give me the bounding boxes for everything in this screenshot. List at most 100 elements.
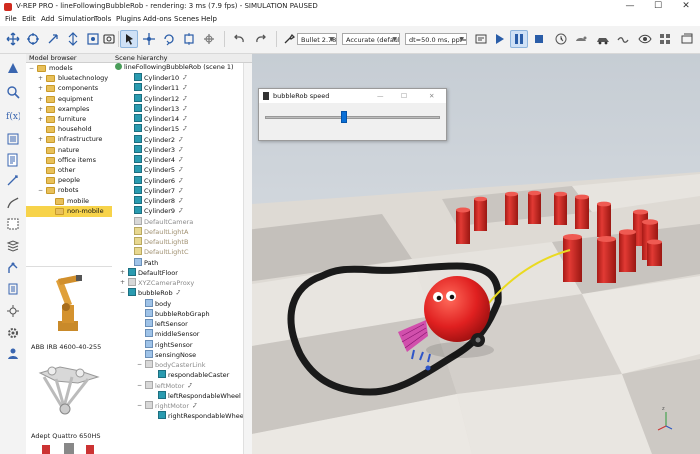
menu-tools[interactable]: Tools — [94, 15, 111, 23]
scene-object-item[interactable]: Cylinder6 ✓̃ — [134, 175, 183, 186]
speed-slider-track[interactable] — [265, 116, 440, 119]
scene-object-item[interactable]: leftSensor — [145, 319, 188, 329]
scene-object-item[interactable]: DefaultLightC — [134, 247, 189, 257]
script-icon[interactable]: ✓̃ — [178, 157, 183, 164]
realtime-icon[interactable] — [552, 30, 570, 48]
speed-up-icon[interactable] — [594, 30, 612, 48]
scene-object-item[interactable]: Cylinder10 ✓̃ — [134, 73, 187, 83]
properties-icon[interactable] — [4, 302, 21, 319]
collections-icon[interactable] — [4, 130, 21, 147]
page-selector-icon[interactable] — [656, 30, 674, 48]
adept-quattro-thumbnail[interactable] — [32, 357, 104, 423]
script-icon[interactable]: ✓̃ — [182, 96, 187, 103]
calculation-modules-icon[interactable]: f(x) — [4, 106, 21, 123]
camera-zoom-icon[interactable] — [64, 30, 82, 48]
scene-root-item[interactable]: lineFollowingBubbleRob (scene 1) — [115, 62, 234, 72]
scene-object-item[interactable]: Path — [134, 257, 158, 268]
scene-object-item[interactable]: + DefaultFloor — [120, 267, 178, 278]
timestep-select[interactable]: dt=50.0 ms, ppf=1 ▼ — [405, 33, 467, 45]
camera-rotate-icon[interactable] — [24, 30, 42, 48]
menu-file[interactable]: File — [5, 15, 17, 23]
scene-object-item[interactable]: Cylinder5 ✓̃ — [134, 165, 183, 175]
selection-icon[interactable] — [4, 215, 21, 232]
scene-object-item[interactable]: − rightMotor ✓̃ — [137, 401, 197, 411]
camera-angle-icon[interactable] — [100, 30, 118, 48]
script-icon[interactable]: ✓̃ — [176, 290, 181, 297]
minimize-button[interactable]: — — [616, 0, 644, 14]
scene-object-item[interactable]: leftRespondableWheel — [158, 390, 241, 401]
slow-down-icon[interactable] — [572, 30, 590, 48]
scene-object-item[interactable]: Cylinder11 ✓̃ — [134, 83, 187, 93]
dialog-close-button[interactable]: ✕ — [429, 89, 434, 103]
play-button-icon[interactable] — [490, 30, 508, 48]
scene-object-item[interactable]: rightSensor — [145, 339, 193, 350]
script-icon[interactable]: ✓̃ — [182, 126, 187, 133]
object-select-icon[interactable] — [120, 30, 138, 48]
scene-object-item[interactable]: respondableCaster — [158, 370, 229, 380]
script-icon[interactable]: ✓̃ — [187, 383, 192, 390]
scene-object-item[interactable]: Cylinder14 ✓̃ — [134, 114, 187, 124]
redo-icon[interactable] — [252, 30, 270, 48]
script-icon[interactable]: ✓̃ — [178, 167, 183, 174]
accuracy-select[interactable]: Accurate (default) ▼ — [342, 33, 400, 45]
path-edit-icon[interactable] — [4, 194, 21, 211]
dialog-maximize-button[interactable]: ☐ — [401, 89, 407, 103]
script-icon[interactable]: ✓̃ — [182, 106, 187, 113]
scene-object-item[interactable]: − bodyCasterLink — [137, 360, 206, 370]
object-assembly-icon[interactable] — [200, 30, 218, 48]
collapse-icon[interactable]: − — [120, 288, 125, 298]
menu-simulation[interactable]: Simulation — [58, 15, 95, 23]
script-icon[interactable]: ✓̃ — [178, 178, 183, 185]
camera-shift-icon[interactable] — [44, 30, 62, 48]
scene-object-item[interactable]: bubbleRobGraph — [145, 308, 210, 319]
physics-engine-select[interactable]: Bullet 2.78 ▼ — [297, 33, 337, 45]
expand-icon[interactable]: + — [120, 278, 125, 288]
settings-gear-icon[interactable] — [4, 324, 21, 341]
scene-selector-icon[interactable] — [678, 30, 696, 48]
model-browser-toggle-icon[interactable] — [4, 59, 21, 76]
menu-plugins[interactable]: Plugins — [116, 15, 141, 23]
scene-object-item[interactable]: Cylinder4 ✓̃ — [134, 155, 183, 165]
close-button[interactable]: ✕ — [672, 0, 700, 14]
speed-slider-thumb[interactable] — [340, 111, 347, 123]
collapse-icon[interactable]: − — [137, 360, 142, 370]
scene-object-item[interactable]: Cylinder9 ✓̃ — [134, 206, 183, 216]
undo-icon[interactable] — [230, 30, 248, 48]
scene-object-item[interactable]: Cylinder7 ✓̃ — [134, 185, 183, 196]
script-icon[interactable]: ✓̃ — [182, 85, 187, 92]
model-folder-item[interactable]: non-mobile — [26, 205, 112, 217]
script-icon[interactable]: ✓̃ — [178, 147, 183, 154]
layers-icon[interactable] — [4, 237, 21, 254]
menu-scenes[interactable]: Scenes — [174, 15, 199, 23]
scripts-icon[interactable] — [4, 151, 21, 168]
scene-object-item[interactable]: DefaultLightB — [134, 237, 188, 247]
scene-object-item[interactable]: DefaultLightA — [134, 226, 188, 237]
kinematics-icon[interactable] — [4, 259, 21, 276]
scene-object-item[interactable]: body — [145, 298, 171, 309]
script-icon[interactable]: ✓̃ — [178, 188, 183, 195]
scene-object-item[interactable]: middleSensor — [145, 329, 199, 339]
dynamics-icon[interactable] — [4, 280, 21, 297]
object-rotate-icon[interactable] — [160, 30, 178, 48]
collapse-icon[interactable]: − — [137, 401, 142, 411]
menu-help[interactable]: Help — [201, 15, 217, 23]
object-scale-icon[interactable] — [180, 30, 198, 48]
scene-object-item[interactable]: + XYZCameraProxy — [120, 278, 194, 288]
scene-object-item[interactable]: rightRespondableWheel — [158, 411, 246, 421]
abb-robot-thumbnail[interactable] — [48, 271, 88, 335]
visualization-toggle-icon[interactable] — [636, 30, 654, 48]
pause-button-icon[interactable] — [510, 30, 528, 48]
scene-object-item[interactable]: Cylinder2 ✓̃ — [134, 134, 183, 145]
baxter-robot-thumbnail[interactable] — [38, 443, 100, 454]
engine-settings-icon[interactable] — [280, 30, 298, 48]
script-icon[interactable]: ✓̃ — [192, 403, 197, 410]
camera-pan-icon[interactable] — [4, 30, 22, 48]
thread-rendering-icon[interactable] — [614, 30, 632, 48]
scene-object-item[interactable]: sensingNose — [145, 349, 196, 360]
scene-object-item[interactable]: Cylinder3 ✓̃ — [134, 144, 183, 155]
scene-hierarchy-scrollbar[interactable] — [243, 63, 252, 454]
scene-object-item[interactable]: DefaultCamera — [134, 216, 193, 227]
scene-hierarchy-toggle-icon[interactable] — [4, 83, 21, 100]
dialog-minimize-button[interactable]: — — [377, 89, 384, 103]
script-icon[interactable]: ✓̃ — [178, 208, 183, 215]
